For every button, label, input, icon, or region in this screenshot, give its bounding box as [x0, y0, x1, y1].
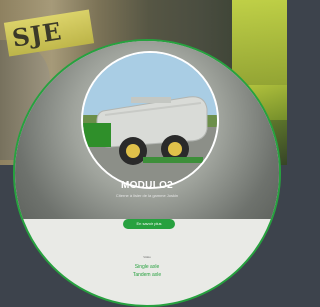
product-subtitle: Citerne à lisier de la gamme Joskin	[115, 193, 179, 198]
product-title: MODULO2	[120, 180, 174, 191]
tanker-illustration	[83, 53, 217, 187]
tandem-axle-link[interactable]: Tandem axle	[15, 272, 279, 278]
wheel-front-hub	[126, 144, 140, 158]
video-label: Vidéo	[143, 255, 151, 259]
wheel-rear-hub	[168, 142, 182, 156]
learn-more-button[interactable]: En savoir plus	[123, 219, 175, 229]
single-axle-link[interactable]: Single axle	[15, 264, 279, 270]
hose	[143, 157, 203, 163]
product-photo	[81, 51, 219, 189]
product-card[interactable]: MODULO2 Citerne à lisier de la gamme Jos…	[13, 39, 281, 307]
tank-walkway	[131, 97, 171, 103]
tractor-body	[83, 123, 111, 147]
